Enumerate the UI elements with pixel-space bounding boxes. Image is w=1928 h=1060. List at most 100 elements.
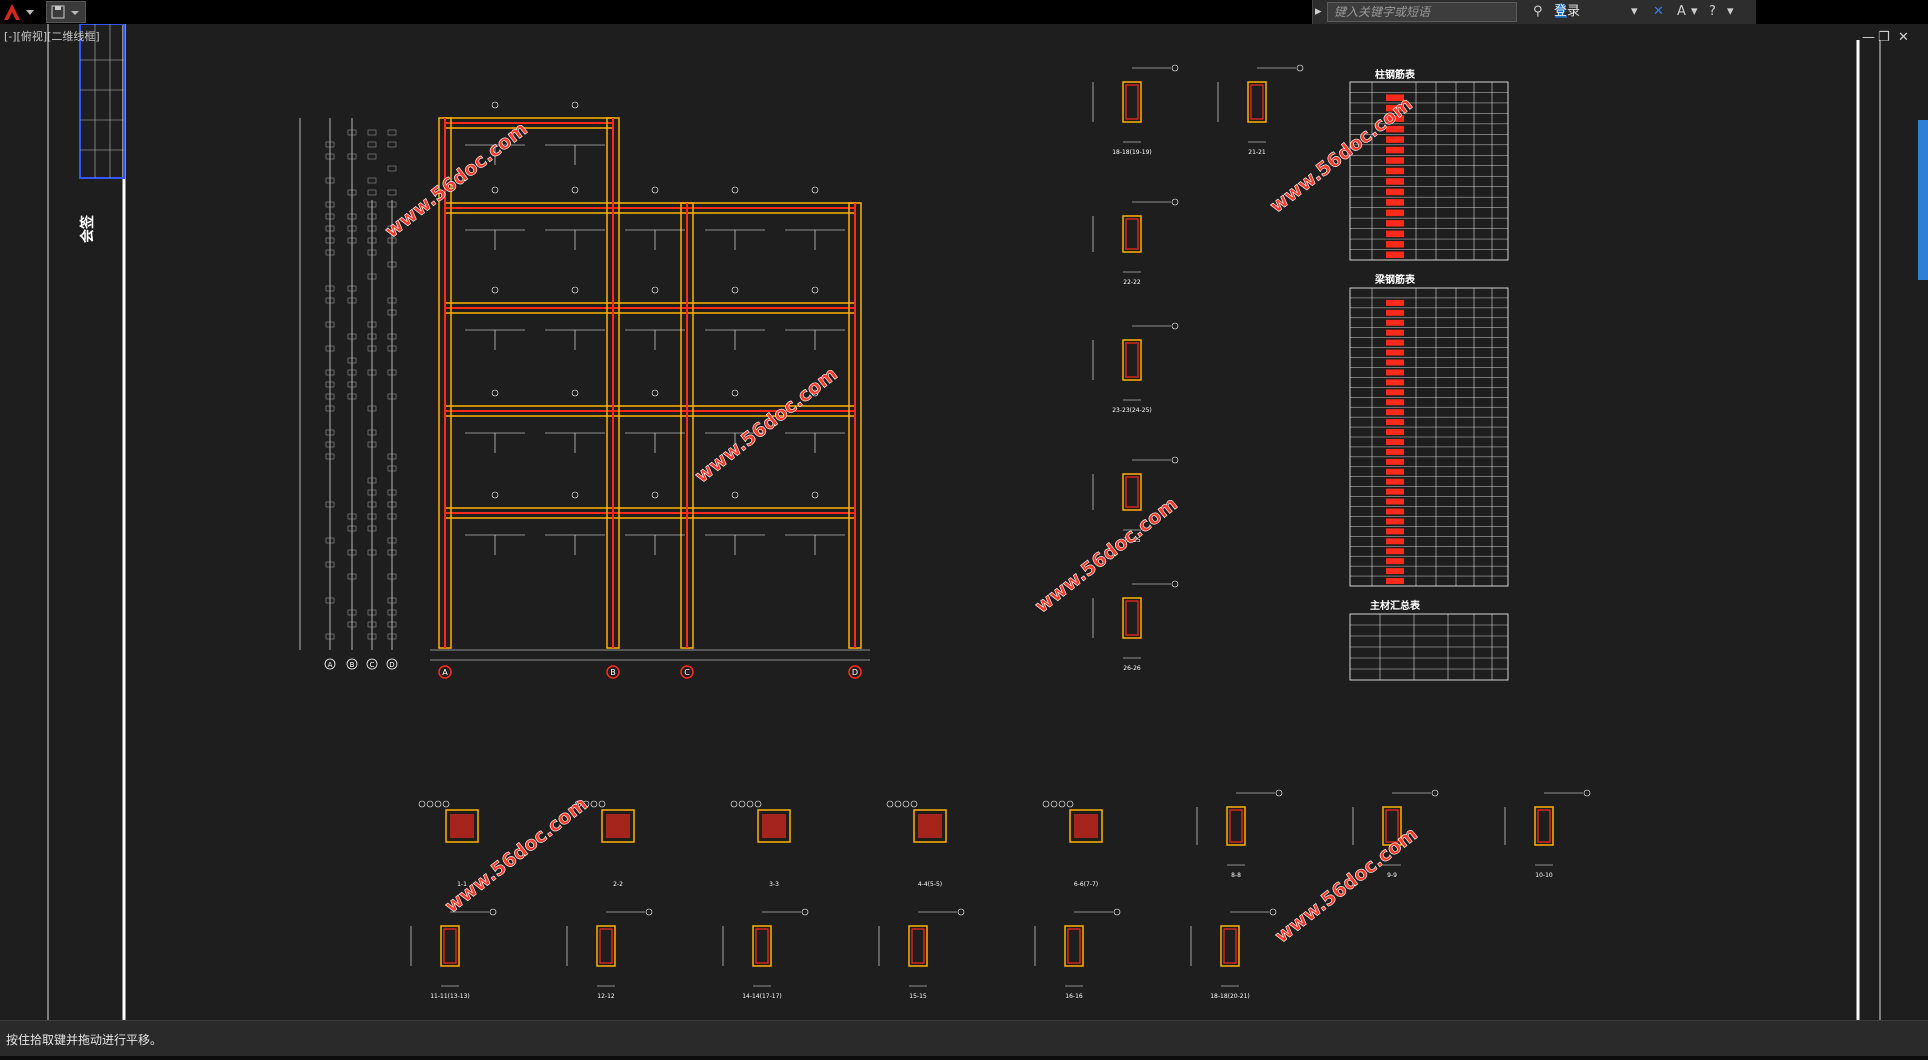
title-block-label: 会签 [79,214,96,243]
watermark-text: www.56doc.com [1271,823,1422,948]
chevron-down-icon[interactable]: ▾ [1691,3,1698,21]
table-border [1350,82,1508,260]
minimize-icon[interactable]: — [1862,30,1875,45]
section-tag [1432,790,1438,796]
status-bar [0,1056,1928,1060]
bar-tag [755,801,761,807]
rebar-tag-circle [572,390,578,396]
section-label: 26-26 [1123,665,1141,672]
viewport-controls[interactable]: [-][俯视][二维线框] [4,28,100,44]
bar-tag [419,801,425,807]
table-rebar-sketch [1386,168,1404,174]
binoculars-icon[interactable]: ⚲ [1533,3,1543,21]
table-rebar-sketch [1386,409,1404,415]
table-rebar-sketch [1386,439,1404,445]
exchange-icon[interactable]: ✕ [1653,3,1664,21]
section-label: 12-12 [597,993,615,1000]
table-rebar-sketch [1386,147,1404,153]
level-mark [368,130,376,135]
bar-tag [427,801,433,807]
left-axis-bubbles: ABCD [325,130,397,669]
section-tag [1172,581,1178,587]
section-tag [1114,909,1120,915]
section-stirrup [1126,601,1138,635]
expand-arrow-icon[interactable]: ▸ [1315,3,1322,21]
save-drawing-icon [47,2,87,22]
section-tag [1172,199,1178,205]
section-stirrup [1230,810,1242,842]
table-rebar-sketch [1386,241,1404,247]
level-mark [368,154,376,159]
rebar-tag-circle [812,492,818,498]
section-stirrup [600,929,612,963]
rebar-tag-circle [652,492,658,498]
column-section-core [606,814,630,838]
chevron-down-icon[interactable]: ▾ [1727,3,1734,21]
bar-tag [599,801,605,807]
section-label: 10-10 [1535,872,1553,879]
search-input[interactable]: 键入关键字或短语 [1327,2,1517,22]
watermark-text: www.56doc.com [1031,493,1182,618]
rebar-tag-circle [732,492,738,498]
section-stirrup [1251,85,1263,119]
table-rebar-sketch [1386,479,1404,485]
bar-tag [911,801,917,807]
section-tag [1172,457,1178,463]
level-mark [388,190,396,195]
table-rebar-sketch [1386,578,1404,584]
table-rebar-sketch [1386,528,1404,534]
level-mark [368,178,376,183]
a360-icon[interactable]: A [1677,3,1686,21]
rebar-tag-circle [732,390,738,396]
help-icon[interactable]: ? [1709,3,1716,21]
section-stirrup [1126,343,1138,377]
section-label: 4-4(5-5) [918,881,942,888]
left-axis-label: C [370,661,375,669]
bar-tag [739,801,745,807]
section-tag [1270,909,1276,915]
table-rebar-sketch [1386,220,1404,226]
table-rebar-sketch [1386,419,1404,425]
app-menu-button[interactable] [0,0,40,24]
bar-tag [731,801,737,807]
section-tag [1172,323,1178,329]
bar-tag [1059,801,1065,807]
axis-bubbles: ABCD [439,666,861,678]
drawing-canvas[interactable]: 会签 A B C D A B C D 18-18(19-19) 21-21 22-22 23-23… [0,24,1928,1020]
section-tag [802,909,808,915]
level-mark [388,130,396,135]
close-icon[interactable]: ✕ [1898,30,1909,45]
section-tag [490,909,496,915]
table-rebar-sketch [1386,210,1404,216]
login-button[interactable]: 登录 [1554,3,1580,21]
axis-label: D [852,668,858,677]
rebar-tag-circle [732,187,738,193]
elevation-levels [300,118,392,650]
bar-tag [435,801,441,807]
table-rebar-sketch [1386,499,1404,505]
restore-icon[interactable]: ❐ [1878,30,1890,45]
table-3-title: 主材汇总表 [1370,599,1421,612]
bar-tag [887,801,893,807]
rebar-tag-circle [732,287,738,293]
section-label: 21-21 [1248,149,1266,156]
viewcube-scroll[interactable] [1918,120,1928,280]
rebar-tag-circle [652,390,658,396]
section-label: 18-18(19-19) [1112,149,1152,156]
table-rebar-sketch [1386,300,1404,306]
beam-column-sections-bottom: 1-1 2-2 3-3 4-4(5-5) 6-6(7-7)8-8 9-9 10-1011-1… [411,790,1590,1000]
signature-box [80,24,124,178]
column-section-core [762,814,786,838]
cad-drawing: 会签 A B C D A B C D 18-18(19-19) 21-21 22-22 23-23… [0,24,1928,1020]
table-rebar-sketch [1386,379,1404,385]
section-label: 18-18(20-21) [1210,993,1250,1000]
section-tag [646,909,652,915]
bar-tag [591,801,597,807]
chevron-down-icon[interactable]: ▾ [1631,3,1638,21]
column-section-core [450,814,474,838]
infocenter-bar: ▸ 键入关键字或短语 ⚲ 👤 ▾ ✕ A ▾ ? ▾ [1312,0,1756,24]
command-line[interactable]: 按住拾取键并拖动进行平移。 [0,1020,1928,1056]
rebar-tag-circle [572,492,578,498]
table-rebar-sketch [1386,252,1404,258]
quick-access-toolbar[interactable] [46,1,86,23]
